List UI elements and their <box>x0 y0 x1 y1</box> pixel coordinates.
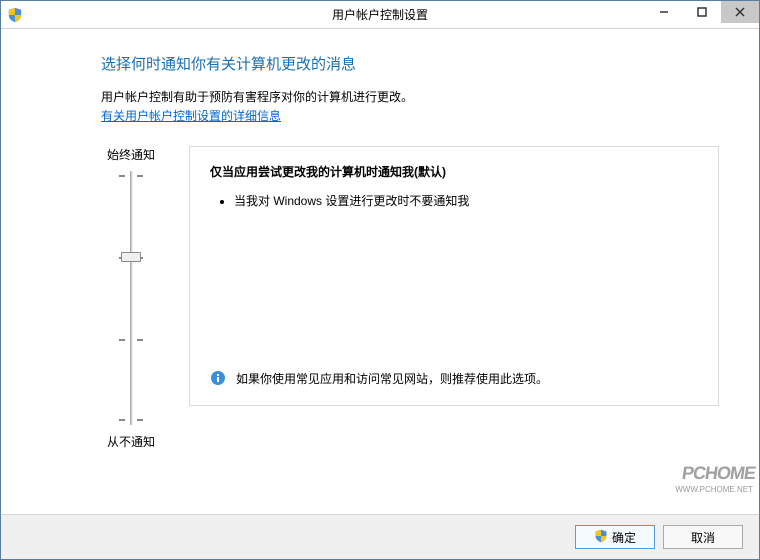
info-icon <box>210 370 226 389</box>
cancel-label: 取消 <box>691 529 715 546</box>
recommendation-row: 如果你使用常见应用和访问常见网站，则推荐使用此选项。 <box>210 370 698 389</box>
footer: 确定 取消 <box>1 514 759 559</box>
window-title: 用户帐户控制设置 <box>332 6 428 23</box>
notification-slider[interactable] <box>116 171 146 425</box>
main-area: 始终通知 从不通知 仅当应用尝试更改我的计算机时通知我(默认) 当我对 Wind… <box>101 146 719 450</box>
shield-icon <box>594 529 608 546</box>
recommendation-text: 如果你使用常见应用和访问常见网站，则推荐使用此选项。 <box>236 370 548 387</box>
level-title: 仅当应用尝试更改我的计算机时通知我(默认) <box>210 163 698 180</box>
minimize-button[interactable] <box>645 1 683 23</box>
slider-tick <box>119 175 143 176</box>
level-bullet-list: 当我对 Windows 设置进行更改时不要通知我 <box>210 192 698 209</box>
maximize-button[interactable] <box>683 1 721 23</box>
cancel-button[interactable]: 取消 <box>663 525 743 549</box>
shield-icon <box>7 7 23 23</box>
window-controls <box>645 1 759 28</box>
help-link[interactable]: 有关用户帐户控制设置的详细信息 <box>101 109 281 123</box>
ok-label: 确定 <box>612 529 636 546</box>
slider-track <box>130 171 133 425</box>
slider-label-never: 从不通知 <box>107 433 155 450</box>
close-button[interactable] <box>721 1 759 23</box>
titlebar: 用户帐户控制设置 <box>1 1 759 29</box>
ok-button[interactable]: 确定 <box>575 525 655 549</box>
page-heading: 选择何时通知你有关计算机更改的消息 <box>101 53 719 74</box>
slider-thumb[interactable] <box>121 252 141 262</box>
slider-tick <box>119 339 143 340</box>
page-description: 用户帐户控制有助于预防有害程序对你的计算机进行更改。 <box>101 88 719 105</box>
uac-settings-window: 用户帐户控制设置 选择何时通知你有关计算机更改的消息 用户帐户控制有助于预防有害… <box>0 0 760 560</box>
watermark-url: WWW.PCHOME.NET <box>675 485 753 494</box>
level-bullet: 当我对 Windows 设置进行更改时不要通知我 <box>234 192 698 209</box>
slider-tick <box>119 419 143 420</box>
slider-column: 始终通知 从不通知 <box>101 146 161 450</box>
slider-label-always: 始终通知 <box>107 146 155 163</box>
level-info-box: 仅当应用尝试更改我的计算机时通知我(默认) 当我对 Windows 设置进行更改… <box>189 146 719 406</box>
watermark: PCHOME <box>681 463 757 484</box>
content-area: 选择何时通知你有关计算机更改的消息 用户帐户控制有助于预防有害程序对你的计算机进… <box>1 29 759 514</box>
